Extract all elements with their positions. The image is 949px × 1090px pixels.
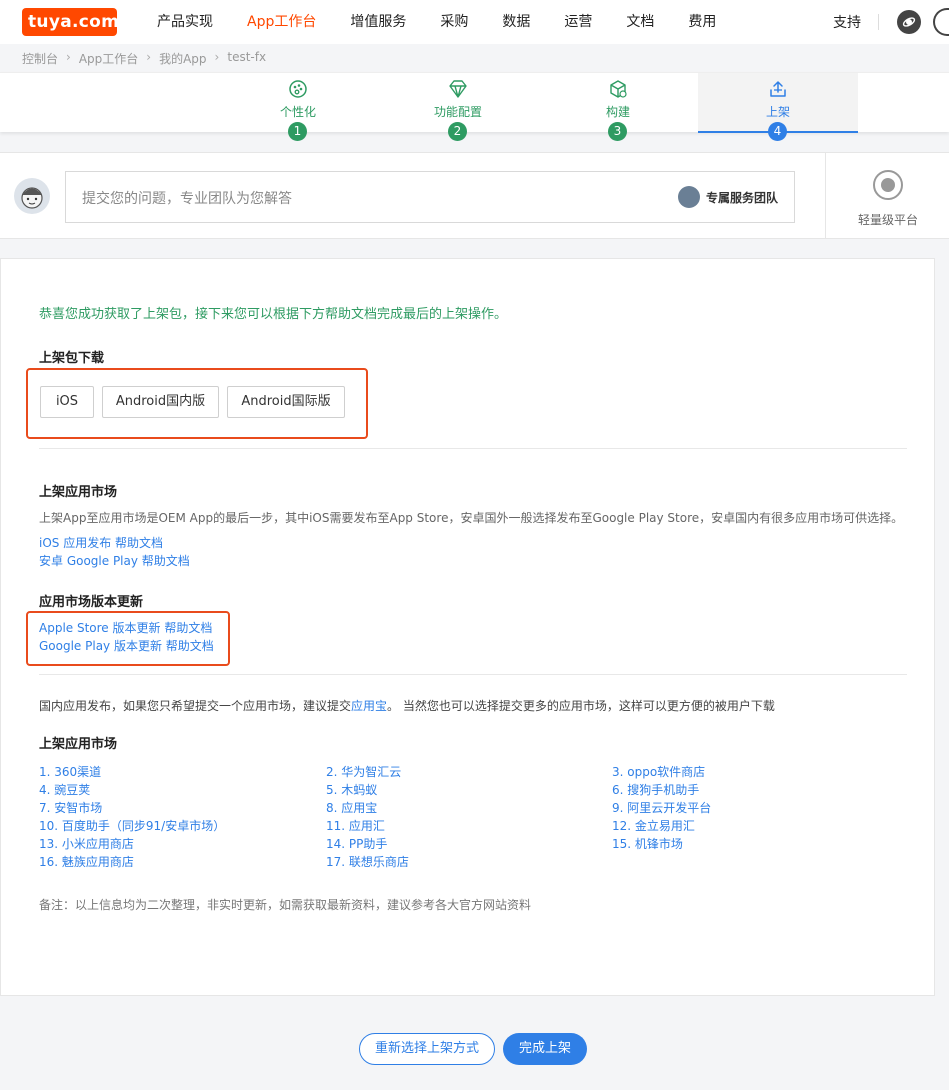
market-link[interactable]: 6. 搜狗手机助手 — [612, 781, 699, 798]
step-label: 功能配置 — [433, 105, 482, 119]
ios-help-link[interactable]: iOS 应用发布 帮助文档 — [39, 534, 163, 551]
cube-icon — [610, 80, 627, 98]
market-link[interactable]: 1. 360渠道 — [39, 763, 101, 780]
market-link[interactable]: 4. 豌豆荚 — [39, 781, 90, 798]
step-personalize[interactable]: 个性化 1 — [218, 73, 378, 141]
team-label: 专属服务团队 — [705, 190, 778, 205]
step-build[interactable]: 构建 3 — [538, 73, 698, 141]
divider — [39, 448, 907, 449]
market-title: 上架应用市场 — [39, 485, 118, 500]
breadcrumb-my-app[interactable]: 我的App — [159, 50, 206, 67]
main-nav: 产品实现 App工作台 增值服务 采购 数据 运营 文档 费用 — [140, 0, 733, 44]
complete-publish-button[interactable]: 完成上架 — [503, 1033, 587, 1065]
market-link[interactable]: 12. 金立易用汇 — [612, 817, 695, 834]
download-ios-button[interactable]: iOS — [40, 386, 94, 418]
step-number: 2 — [448, 122, 467, 141]
breadcrumb-separator: › — [66, 50, 71, 64]
nav-item-operation[interactable]: 运营 — [547, 0, 609, 44]
question-input[interactable]: 提交您的问题，专业团队为您解答 专属服务团队 — [65, 171, 795, 223]
congrats-message: 恭喜您成功获取了上架包，接下来您可以根据下方帮助文档完成最后的上架操作。 — [39, 307, 508, 322]
reselect-method-button[interactable]: 重新选择上架方式 — [359, 1033, 495, 1065]
nav-item-value-added[interactable]: 增值服务 — [333, 0, 423, 44]
market-link[interactable]: 14. PP助手 — [326, 835, 387, 852]
support-link[interactable]: 支持 — [833, 12, 861, 32]
team-avatar-icon — [677, 186, 700, 208]
market-link[interactable]: 10. 百度助手（同步91/安卓市场） — [39, 817, 225, 834]
top-navbar: tuya.com 产品实现 App工作台 增值服务 采购 数据 运营 文档 费用… — [0, 0, 949, 44]
support-avatar — [14, 178, 50, 214]
breadcrumb-console[interactable]: 控制台 — [22, 50, 58, 67]
domestic-info: 国内应用发布，如果您只希望提交一个应用市场，建议提交应用宝。 当然您也可以选择提… — [39, 697, 775, 714]
palette-icon — [289, 80, 307, 98]
breadcrumb-current: test-fx — [227, 50, 267, 64]
download-android-cn-button[interactable]: Android国内版 — [102, 386, 219, 418]
nav-right: 支持 — [833, 0, 949, 44]
user-avatar[interactable] — [897, 10, 921, 34]
market-link[interactable]: 13. 小米应用商店 — [39, 835, 134, 852]
market-link[interactable]: 16. 魅族应用商店 — [39, 853, 134, 870]
nav-item-billing[interactable]: 费用 — [671, 0, 733, 44]
breadcrumb-separator: › — [214, 50, 220, 64]
tuya-logo[interactable]: tuya.com — [22, 8, 119, 36]
planet-icon — [902, 17, 916, 27]
market-link[interactable]: 7. 安智市场 — [39, 799, 102, 816]
domestic-text-pre: 国内应用发布，如果您只希望提交一个应用市场，建议提交 — [39, 699, 352, 713]
google-play-help-link[interactable]: 安卓 Google Play 帮助文档 — [39, 552, 190, 569]
nav-divider — [878, 14, 879, 30]
yingyongbao-link[interactable]: 应用宝 — [351, 699, 387, 713]
dedicated-team-button[interactable]: 专属服务团队 — [677, 186, 778, 208]
step-function-config[interactable]: 功能配置 2 — [378, 73, 538, 141]
nav-item-app-workbench[interactable]: App工作台 — [230, 0, 333, 44]
question-bar: 提交您的问题，专业团队为您解答 专属服务团队 轻量级平台 — [0, 152, 949, 239]
update-title: 应用市场版本更新 — [39, 595, 144, 610]
download-android-intl-button[interactable]: Android国际版 — [227, 386, 345, 418]
market-link[interactable]: 9. 阿里云开发平台 — [612, 799, 711, 816]
upload-tray-icon — [770, 81, 786, 97]
nav-item-product[interactable]: 产品实现 — [140, 0, 230, 44]
market-link[interactable]: 15. 机锋市场 — [612, 835, 683, 852]
step-bar: 个性化 1 功能配置 2 构建 3 上架 4 — [0, 72, 949, 141]
domestic-text-post: 。 当然您也可以选择提交更多的应用市场，这样可以更方便的被用户下载 — [387, 699, 775, 713]
nav-item-data[interactable]: 数据 — [485, 0, 547, 44]
step-number: 3 — [608, 122, 627, 141]
apple-store-update-link[interactable]: Apple Store 版本更新 帮助文档 — [39, 619, 212, 636]
nav-item-purchase[interactable]: 采购 — [423, 0, 485, 44]
breadcrumb: 控制台 › App工作台 › 我的App › test-fx — [22, 50, 266, 67]
step-label: 构建 — [605, 105, 630, 119]
question-placeholder: 提交您的问题，专业团队为您解答 — [82, 191, 292, 207]
google-play-update-link[interactable]: Google Play 版本更新 帮助文档 — [39, 637, 214, 654]
step-label: 上架 — [765, 105, 790, 119]
nav-item-docs[interactable]: 文档 — [609, 0, 671, 44]
platform-label: 轻量级平台 — [857, 213, 918, 227]
breadcrumb-separator: › — [146, 50, 152, 64]
breadcrumb-app-workbench[interactable]: App工作台 — [79, 50, 138, 67]
market-link[interactable]: 2. 华为智汇云 — [326, 763, 401, 780]
market-link[interactable]: 8. 应用宝 — [326, 799, 377, 816]
step-publish[interactable]: 上架 4 — [698, 73, 858, 141]
lightweight-platform[interactable]: 轻量级平台 — [825, 153, 949, 238]
markets-title: 上架应用市场 — [39, 737, 118, 752]
secondary-avatar[interactable] — [933, 8, 949, 36]
download-title: 上架包下载 — [39, 351, 105, 366]
divider — [39, 674, 907, 675]
step-label: 个性化 — [279, 105, 316, 119]
agent-face-icon — [21, 187, 43, 209]
market-description: 上架App至应用市场是OEM App的最后一步，其中iOS需要发布至App St… — [39, 511, 904, 525]
target-icon — [873, 170, 903, 200]
note: 备注：以上信息均为二次整理，非实时更新，如需获取最新资料，建议参考各大官方网站资… — [39, 898, 532, 912]
step-number: 1 — [288, 122, 307, 141]
publish-card: 恭喜您成功获取了上架包，接下来您可以根据下方帮助文档完成最后的上架操作。 上架包… — [0, 258, 935, 996]
market-link[interactable]: 17. 联想乐商店 — [326, 853, 409, 870]
market-link[interactable]: 3. oppo软件商店 — [612, 763, 705, 780]
diamond-icon — [449, 80, 467, 98]
market-link[interactable]: 5. 木蚂蚁 — [326, 781, 377, 798]
step-number: 4 — [768, 122, 787, 141]
market-link[interactable]: 11. 应用汇 — [326, 817, 385, 834]
